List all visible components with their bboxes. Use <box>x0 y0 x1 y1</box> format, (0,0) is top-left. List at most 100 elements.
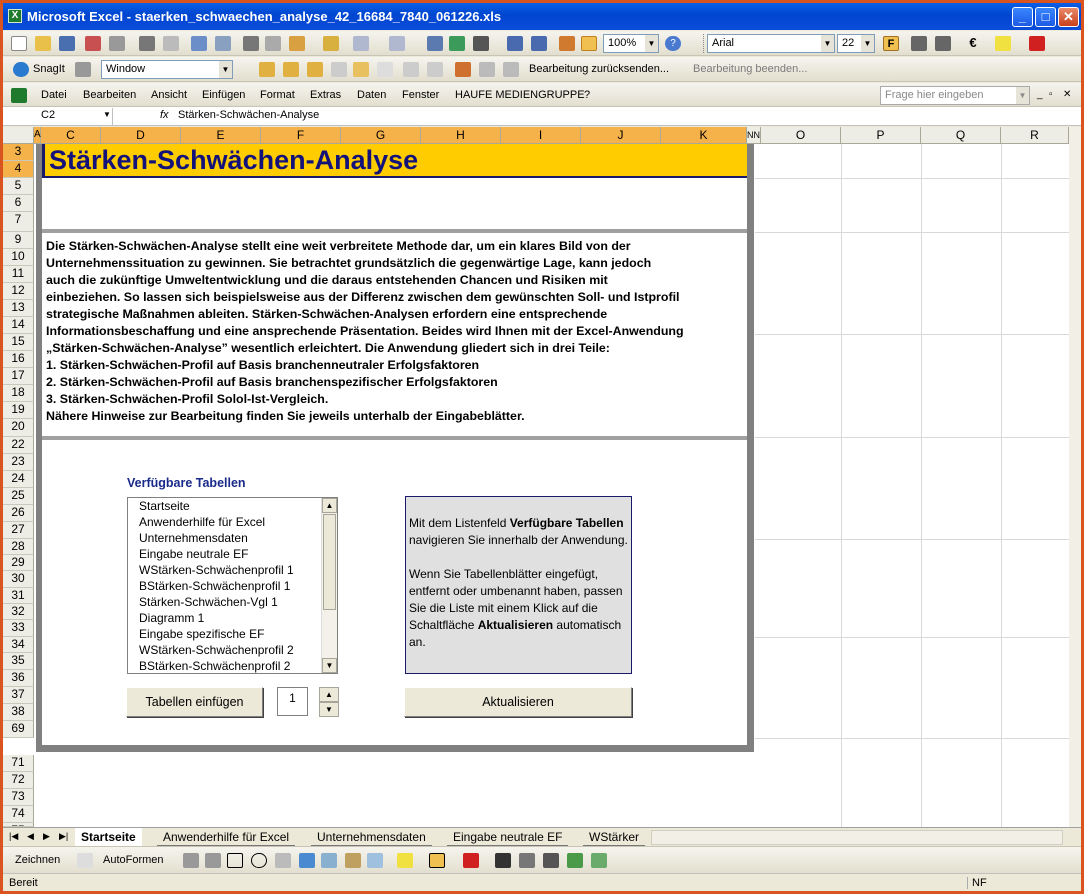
line-icon[interactable] <box>183 853 199 868</box>
wordart-icon[interactable] <box>299 853 315 868</box>
row-header[interactable]: 15 <box>3 334 34 351</box>
row-header[interactable]: 5 <box>3 178 34 195</box>
menu-bearbeiten[interactable]: Bearbeiten <box>83 89 136 101</box>
copy-icon[interactable] <box>265 36 281 51</box>
oval-icon[interactable] <box>251 853 267 868</box>
reviewing-pane-icon[interactable] <box>479 62 495 77</box>
column-header-c[interactable]: C <box>41 127 101 144</box>
diagram-icon[interactable] <box>321 853 337 868</box>
scroll-thumb[interactable] <box>323 514 336 610</box>
document-icon[interactable] <box>331 62 347 77</box>
menu-extras[interactable]: Extras <box>310 89 341 101</box>
chart-wizard-icon[interactable] <box>559 36 575 51</box>
list-item[interactable]: Eingabe neutrale EF <box>128 546 337 562</box>
column-header-h[interactable]: H <box>421 127 501 144</box>
column-header-a[interactable]: A <box>34 127 41 144</box>
align-center-icon[interactable] <box>935 36 951 51</box>
row-header[interactable]: 6 <box>3 195 34 212</box>
maximize-button[interactable]: □ <box>1035 7 1056 27</box>
row-header[interactable]: 20 <box>3 419 34 437</box>
row-header[interactable]: 25 <box>3 488 34 505</box>
row-header[interactable]: 7 <box>3 212 34 232</box>
row-header[interactable]: 32 <box>3 604 34 620</box>
last-sheet-icon[interactable]: ▶| <box>59 831 68 842</box>
row-header[interactable]: 19 <box>3 402 34 419</box>
shadow-icon[interactable] <box>567 853 583 868</box>
list-item[interactable]: Stärken-Schwächen-Vgl 1 <box>128 594 337 610</box>
dash-style-icon[interactable] <box>519 853 535 868</box>
fill-color-icon[interactable] <box>995 36 1011 51</box>
row-header[interactable]: 33 <box>3 620 34 637</box>
row-header[interactable]: 4 <box>3 161 34 178</box>
autoshapes-button[interactable]: AutoFormen <box>103 854 164 866</box>
vertical-scrollbar[interactable] <box>1069 127 1081 827</box>
row-header[interactable]: 74 <box>3 806 34 823</box>
row-header[interactable]: 13 <box>3 300 34 317</box>
font-select[interactable]: Arial ▼ <box>707 34 835 53</box>
fill-color-icon[interactable] <box>397 853 413 868</box>
email-icon[interactable] <box>109 36 125 51</box>
menu-fenster[interactable]: Fenster <box>402 89 439 101</box>
arrow-icon[interactable] <box>205 853 221 868</box>
align-left-icon[interactable] <box>911 36 927 51</box>
menu-format[interactable]: Format <box>260 89 295 101</box>
row-header[interactable]: 34 <box>3 637 34 653</box>
tab-unternehmensdaten[interactable]: Unternehmensdaten <box>311 828 432 846</box>
permission-icon[interactable] <box>85 36 101 51</box>
font-size-select[interactable]: 22 ▼ <box>837 34 875 53</box>
spelling-icon[interactable] <box>191 36 207 51</box>
list-item[interactable]: BStärken-Schwächenprofil 2 <box>128 658 337 673</box>
row-header[interactable]: 22 <box>3 437 34 454</box>
refresh-button[interactable]: Aktualisieren <box>404 687 632 717</box>
insert-tables-button[interactable]: Tabellen einfügen <box>126 687 263 717</box>
row-header[interactable]: 3 <box>3 144 34 161</box>
menu-ansicht[interactable]: Ansicht <box>151 89 187 101</box>
font-color-icon[interactable] <box>1029 36 1045 51</box>
list-item[interactable]: Startseite <box>128 498 337 514</box>
bold-button[interactable]: F <box>883 36 899 51</box>
doc-minimize-icon[interactable]: _ <box>1037 89 1043 100</box>
paste-icon[interactable] <box>289 36 305 51</box>
row-header[interactable]: 28 <box>3 539 34 555</box>
spin-up-icon[interactable]: ▲ <box>319 687 339 702</box>
list-item[interactable]: BStärken-Schwächenprofil 1 <box>128 578 337 594</box>
list-item[interactable]: Diagramm 1 <box>128 610 337 626</box>
column-header-g[interactable]: G <box>341 127 421 144</box>
column-header-k[interactable]: K <box>661 127 747 144</box>
reject-change-icon[interactable] <box>455 62 471 77</box>
menu-help[interactable]: ? <box>584 89 590 101</box>
tab-wstaerken[interactable]: WStärker <box>583 828 646 846</box>
folder-up-icon[interactable] <box>307 62 323 77</box>
list-item[interactable]: Anwenderhilfe für Excel <box>128 514 337 530</box>
tab-startseite[interactable]: Startseite <box>75 828 142 846</box>
redo-icon[interactable] <box>389 36 405 51</box>
clipart-icon[interactable] <box>345 853 361 868</box>
column-header-q[interactable]: Q <box>921 127 1001 144</box>
row-header[interactable]: 30 <box>3 571 34 588</box>
sort-descending-icon[interactable] <box>531 36 547 51</box>
menu-datei[interactable]: Datei <box>41 89 67 101</box>
send-icon[interactable] <box>503 62 519 77</box>
list-item[interactable]: WStärken-Schwächenprofil 1 <box>128 562 337 578</box>
capture-mode-select[interactable]: Window ▼ <box>101 60 233 79</box>
sum-icon[interactable] <box>473 36 489 51</box>
list-item[interactable]: Unternehmensdaten <box>128 530 337 546</box>
hyperlink-icon[interactable] <box>427 36 443 51</box>
help-icon[interactable]: ? <box>665 36 681 51</box>
tab-anwenderhilfe[interactable]: Anwenderhilfe für Excel <box>157 828 296 846</box>
select-objects-icon[interactable] <box>77 853 93 868</box>
row-header[interactable]: 38 <box>3 704 34 721</box>
doc-close-icon[interactable]: ✕ <box>1063 89 1071 100</box>
format-painter-icon[interactable] <box>323 36 339 51</box>
row-header[interactable]: 10 <box>3 249 34 266</box>
help-search-input[interactable]: Frage hier eingeben ▼ <box>880 86 1030 105</box>
row-header[interactable]: 35 <box>3 653 34 670</box>
row-header[interactable]: 17 <box>3 368 34 385</box>
open-icon[interactable] <box>35 36 51 51</box>
tables-listbox[interactable]: Startseite Anwenderhilfe für Excel Unter… <box>127 497 338 674</box>
tab-eingabe-neutrale[interactable]: Eingabe neutrale EF <box>447 828 569 846</box>
comment-icon[interactable] <box>353 62 369 77</box>
column-header-d[interactable]: D <box>101 127 181 144</box>
snagit-settings-icon[interactable] <box>75 62 91 77</box>
column-header-n[interactable]: NN <box>747 127 761 144</box>
